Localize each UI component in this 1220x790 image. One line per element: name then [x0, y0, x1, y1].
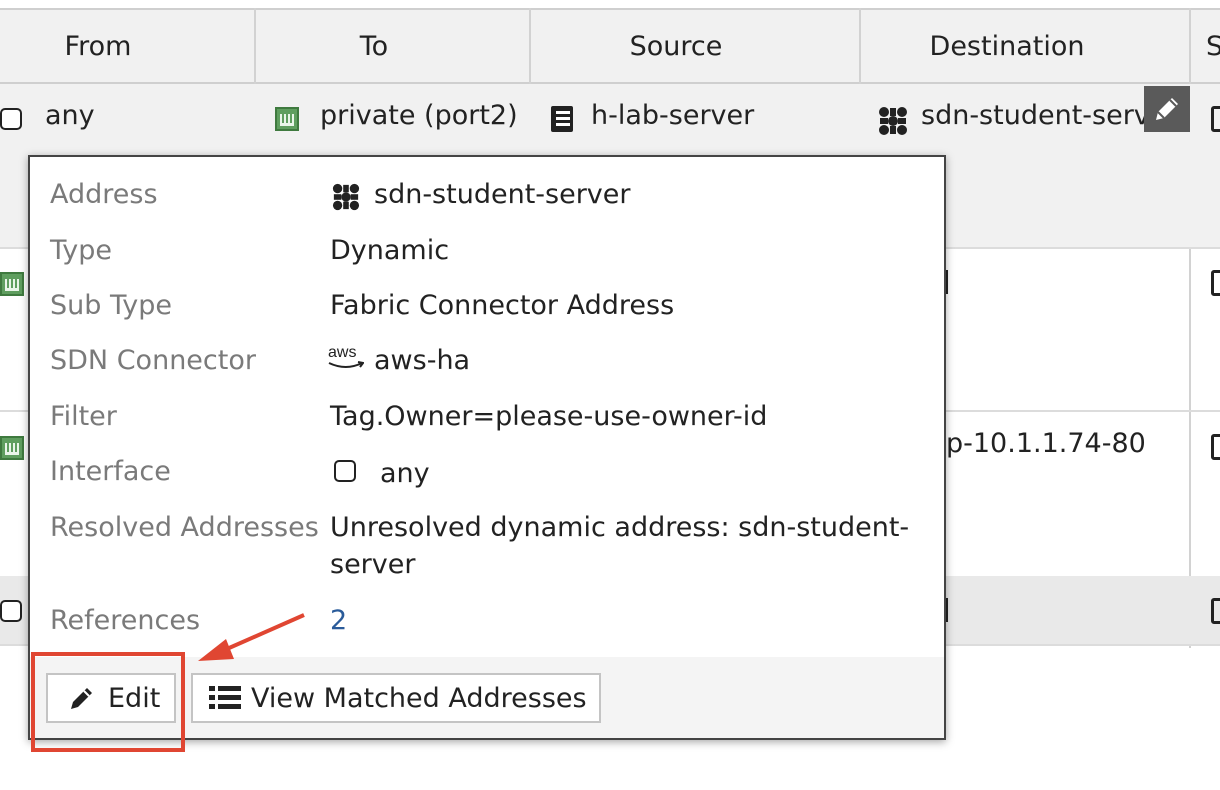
filter-value: Tag.Owner=please-use-owner-id	[330, 401, 768, 432]
references-link[interactable]: 2	[330, 605, 347, 636]
subtype-value: Fabric Connector Address	[330, 290, 675, 321]
view-matched-addresses-button[interactable]: View Matched Addresses	[191, 673, 601, 723]
column-header-destination[interactable]: Destination	[861, 10, 1153, 82]
address-book-icon	[551, 106, 573, 132]
column-header-schedule[interactable]: S	[1192, 10, 1220, 82]
annotation-arrow	[198, 613, 305, 661]
port-icon	[0, 436, 24, 460]
schedule-icon	[1211, 434, 1220, 460]
row-to-value: private (port2)	[320, 100, 518, 131]
row-destination-value: p-10.1.1.74-80	[946, 428, 1146, 459]
resolved-addresses-value-line1: Unresolved dynamic address: sdn-student-	[330, 512, 910, 543]
sdn-connector-value: aws-ha	[374, 345, 471, 376]
column-header-from[interactable]: From	[0, 10, 196, 82]
port-icon	[0, 272, 24, 296]
interface-any-icon	[334, 460, 356, 482]
row-source-value: h-lab-server	[591, 100, 755, 131]
aws-icon: aws	[328, 345, 366, 375]
references-label: References	[50, 605, 201, 636]
resolved-addresses-label: Resolved Addresses	[50, 512, 319, 543]
column-separator	[529, 8, 531, 84]
list-icon	[209, 686, 241, 709]
row-destination-value: sdn-student-serv	[921, 100, 1150, 131]
schedule-icon	[1211, 106, 1220, 132]
type-label: Type	[50, 235, 113, 266]
filter-label: Filter	[50, 401, 117, 432]
row-checkbox[interactable]	[0, 108, 22, 130]
fabric-address-icon	[879, 107, 907, 135]
view-matched-addresses-label: View Matched Addresses	[251, 682, 587, 714]
resolved-addresses-value-line2: server	[330, 549, 416, 580]
schedule-icon	[1211, 270, 1220, 296]
sdn-connector-label: SDN Connector	[50, 345, 256, 376]
port-icon	[275, 107, 299, 131]
type-value: Dynamic	[330, 235, 450, 266]
schedule-icon	[1211, 598, 1220, 624]
interface-label: Interface	[50, 456, 171, 487]
subtype-label: Sub Type	[50, 290, 172, 321]
table-header-row: From To Source Destination S	[0, 8, 1220, 84]
annotation-highlight-box	[31, 652, 185, 752]
address-label: Address	[50, 179, 158, 210]
row-checkbox[interactable]	[0, 600, 22, 622]
row-from-value: any	[45, 100, 95, 131]
column-header-source[interactable]: Source	[531, 10, 821, 82]
edit-icon[interactable]	[1144, 86, 1190, 132]
column-header-to[interactable]: To	[256, 10, 492, 82]
address-value: sdn-student-server	[374, 179, 631, 210]
interface-value: any	[380, 458, 430, 489]
fabric-address-icon	[332, 183, 360, 211]
column-separator	[254, 8, 256, 84]
